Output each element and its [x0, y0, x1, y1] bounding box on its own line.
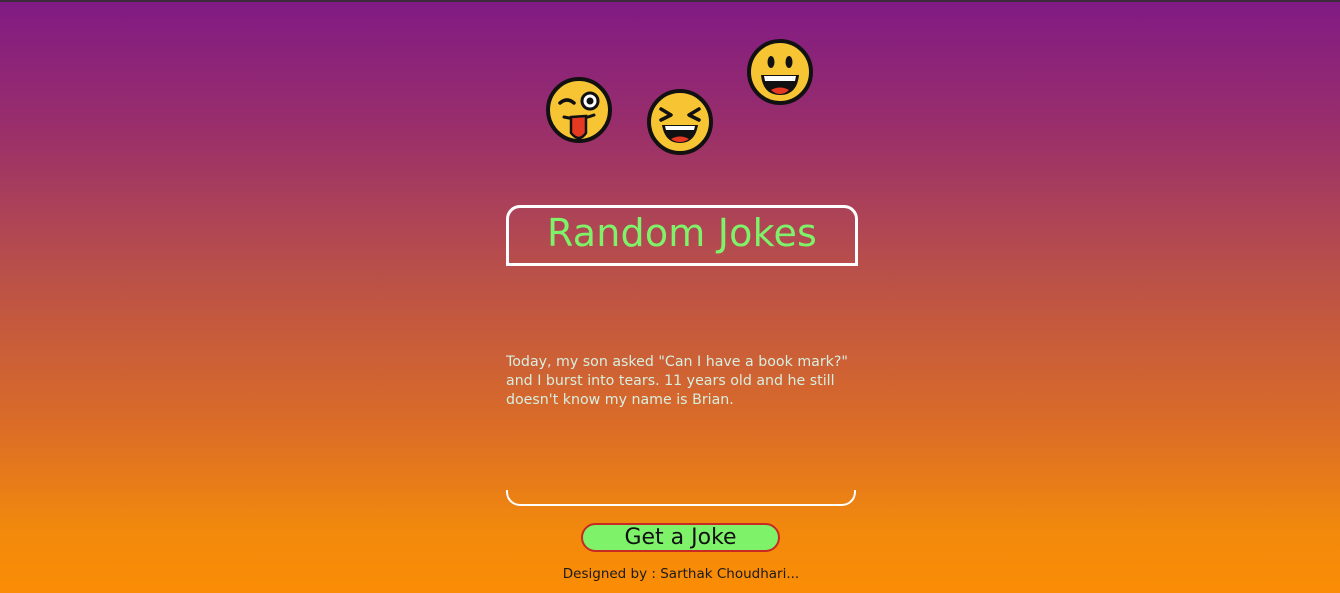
joke-box-bottom-border [519, 504, 843, 506]
joke-text: Today, my son asked "Can I have a book m… [506, 354, 848, 408]
page-title: Random Jokes [546, 211, 818, 255]
footer-credit: Designed by : Sarthak Choudhari... [562, 566, 800, 582]
joke-box-corner-right [842, 490, 856, 506]
title-box: Random Jokes [506, 205, 858, 266]
grinning-face-icon [747, 39, 813, 105]
laughing-squint-face-icon [647, 89, 713, 155]
joke-container: Today, my son asked "Can I have a book m… [506, 265, 852, 503]
top-border [0, 0, 1340, 2]
winking-tongue-face-icon [546, 77, 612, 143]
get-joke-button[interactable]: Get a Joke [581, 523, 780, 552]
